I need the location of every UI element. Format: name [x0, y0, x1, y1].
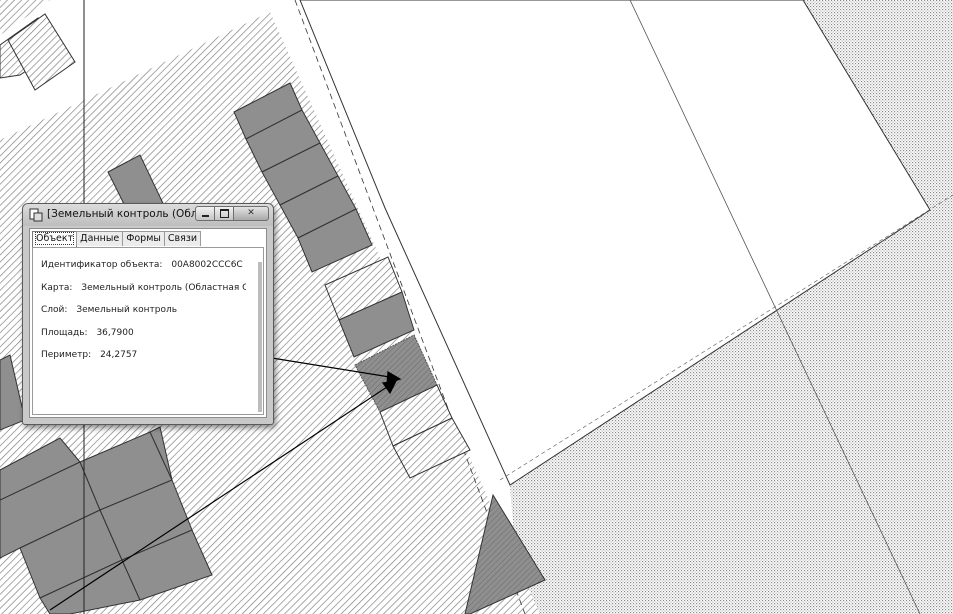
object-info-window[interactable]: [Земельный контроль (Областн... ✕ Объект…	[22, 203, 274, 425]
minimize-icon	[201, 215, 209, 217]
maximize-icon	[219, 209, 229, 218]
minimize-button[interactable]	[195, 206, 215, 221]
window-client: Объект Данные Формы Связи Идентификатор …	[29, 228, 267, 418]
tab-links[interactable]: Связи	[163, 231, 202, 246]
map-label: Карта:	[41, 283, 73, 293]
app-icon	[29, 208, 43, 222]
layer-row: Слой: Земельный контроль	[41, 305, 246, 315]
object-panel: Идентификатор объекта: 00A8002CCC6C Карт…	[32, 247, 264, 415]
area-label: Площадь:	[41, 328, 88, 338]
title-bar[interactable]: [Земельный контроль (Областн... ✕	[23, 204, 273, 226]
perimeter-value: 24,2757	[100, 350, 138, 360]
panel-scroll-edge[interactable]	[258, 262, 262, 412]
hatched-fragment	[7, 13, 76, 91]
tab-data[interactable]: Данные	[76, 231, 124, 246]
close-icon: ✕	[247, 208, 255, 218]
tab-object-label: Объект	[34, 232, 75, 245]
map-value: Земельный контроль (Областная СК	[81, 283, 246, 293]
id-label: Идентификатор объекта:	[41, 260, 163, 270]
layer-label: Слой:	[41, 305, 68, 315]
perimeter-label: Периметр:	[41, 350, 92, 360]
area-value: 36,7900	[96, 328, 134, 338]
layer-value: Земельный контроль	[76, 305, 178, 315]
map-row: Карта: Земельный контроль (Областная СК	[41, 283, 246, 293]
tab-forms[interactable]: Формы	[122, 231, 165, 246]
tab-object[interactable]: Объект	[32, 231, 78, 248]
perimeter-row: Периметр: 24,2757	[41, 350, 246, 360]
close-button[interactable]: ✕	[233, 206, 269, 221]
maximize-button[interactable]	[214, 206, 234, 221]
id-value: 00A8002CCC6C	[171, 260, 243, 270]
id-row: Идентификатор объекта: 00A8002CCC6C	[41, 260, 246, 270]
area-row: Площадь: 36,7900	[41, 328, 246, 338]
tab-strip: Объект Данные Формы Связи	[32, 231, 202, 248]
window-title: [Земельный контроль (Областн...	[47, 208, 197, 220]
